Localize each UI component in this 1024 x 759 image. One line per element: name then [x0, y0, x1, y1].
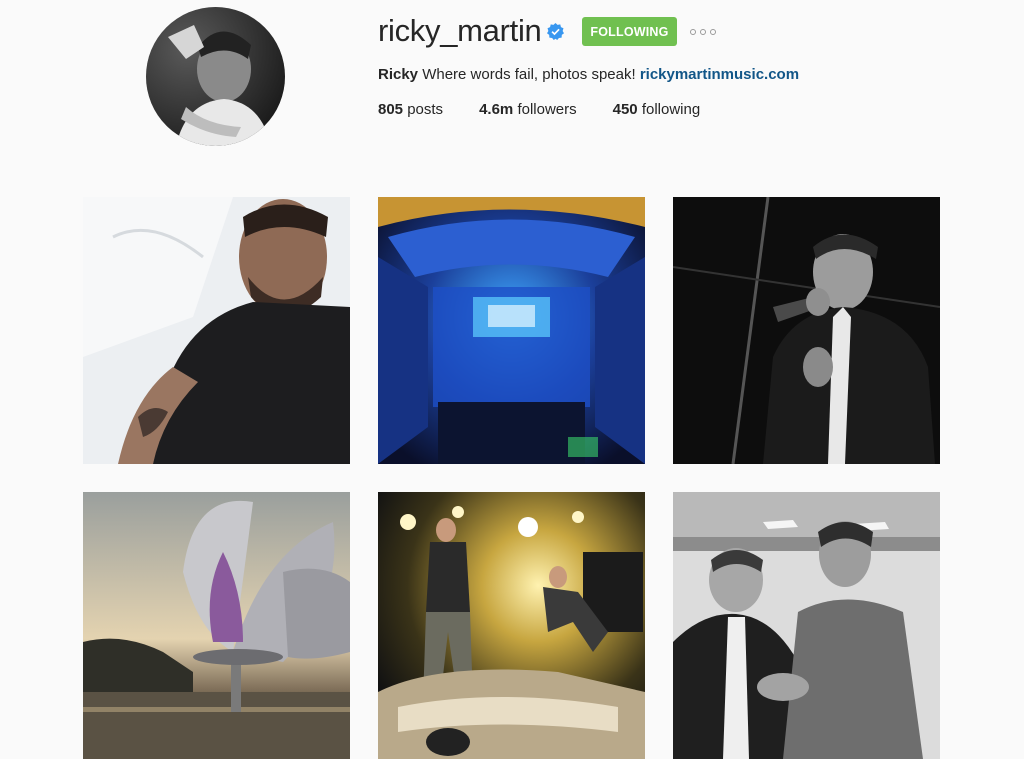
bio-text: Where words fail, photos speak! — [422, 66, 636, 83]
post-tile-1[interactable] — [83, 197, 350, 464]
bio-link[interactable]: rickymartinmusic.com — [640, 66, 799, 83]
posts-stat: 805 posts — [378, 100, 443, 120]
followers-stat[interactable]: 4.6m followers — [479, 100, 577, 120]
profile-avatar[interactable] — [146, 7, 285, 146]
post-image — [673, 492, 940, 759]
post-tile-3[interactable] — [673, 197, 940, 464]
bio-name: Ricky — [378, 66, 419, 83]
more-options-icon[interactable] — [690, 25, 716, 39]
following-stat[interactable]: 450 following — [613, 100, 701, 120]
post-tile-2[interactable] — [378, 197, 645, 464]
profile-stats: 805 posts 4.6m followers 450 following — [378, 100, 736, 120]
following-count: 450 — [612, 101, 638, 118]
dot — [690, 29, 696, 35]
following-label: following — [641, 101, 701, 118]
dot — [710, 29, 716, 35]
post-image — [673, 197, 940, 464]
post-tile-4[interactable] — [83, 492, 350, 759]
verified-badge-icon — [547, 23, 564, 40]
post-image — [83, 492, 350, 759]
post-image — [83, 197, 350, 464]
post-image — [378, 197, 645, 464]
dot — [700, 29, 706, 35]
followers-count: 4.6m — [479, 101, 514, 118]
profile-bio: Ricky Where words fail, photos speak! ri… — [378, 65, 799, 85]
avatar-photo — [146, 7, 285, 146]
post-image — [378, 492, 645, 759]
profile-username: ricky_martin — [378, 13, 542, 48]
posts-count: 805 — [378, 101, 404, 118]
following-button[interactable]: FOLLOWING — [582, 17, 677, 46]
post-tile-5[interactable] — [378, 492, 645, 759]
posts-label: posts — [407, 101, 444, 118]
followers-label: followers — [517, 101, 577, 118]
post-tile-6[interactable] — [673, 492, 940, 759]
